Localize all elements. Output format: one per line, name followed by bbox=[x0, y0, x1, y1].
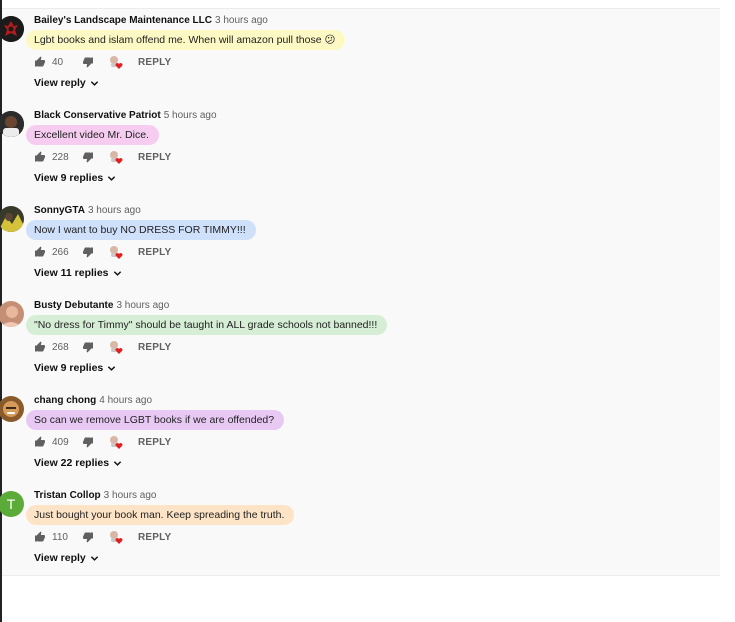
photo-avatar[interactable] bbox=[0, 396, 24, 422]
comment-text: Lgbt books and islam offend me. When wil… bbox=[26, 30, 346, 50]
like-count: 40 bbox=[52, 56, 64, 68]
view-replies-button[interactable]: View reply bbox=[34, 77, 99, 89]
comment: Bailey's Landscape Maintenance LLC 3 hour… bbox=[0, 10, 720, 105]
view-replies-label: View 9 replies bbox=[34, 362, 104, 374]
author-name[interactable]: Bailey's Landscape Maintenance LLC bbox=[34, 15, 212, 26]
horde-emblem-avatar[interactable] bbox=[0, 16, 24, 42]
comment-text: Excellent video Mr. Dice. bbox=[26, 125, 159, 145]
like-count: 268 bbox=[52, 341, 69, 353]
author-name[interactable]: Black Conservative Patriot bbox=[34, 110, 161, 121]
thumbs-up-icon[interactable] bbox=[34, 436, 46, 448]
comment-text: So can we remove LGBT books if we are of… bbox=[26, 410, 285, 430]
comment-header: Tristan Collop 3 hours ago bbox=[34, 490, 157, 501]
comment: T Tristan Collop 3 hours ago Just bought … bbox=[0, 485, 720, 580]
thumbs-up-icon[interactable] bbox=[34, 341, 46, 353]
chevron-down-icon bbox=[107, 174, 116, 183]
view-replies-button[interactable]: View 9 replies bbox=[34, 172, 116, 184]
thumbs-up-icon[interactable] bbox=[34, 151, 46, 163]
reply-button[interactable]: REPLY bbox=[138, 437, 171, 448]
comment-actions: 268 REPLY bbox=[34, 339, 171, 355]
creator-heart-icon bbox=[108, 339, 124, 355]
reply-button[interactable]: REPLY bbox=[138, 57, 171, 68]
creator-heart-icon bbox=[108, 434, 124, 450]
timestamp[interactable]: 3 hours ago bbox=[104, 490, 157, 501]
comment-header: SonnyGTA 3 hours ago bbox=[34, 205, 141, 216]
thumbs-down-icon[interactable] bbox=[82, 246, 94, 258]
thumbs-down-icon[interactable] bbox=[82, 531, 94, 543]
view-replies-label: View reply bbox=[34, 77, 86, 89]
creator-heart-icon bbox=[108, 149, 124, 165]
reply-button[interactable]: REPLY bbox=[138, 342, 171, 353]
reply-button[interactable]: REPLY bbox=[138, 247, 171, 258]
chevron-down-icon bbox=[90, 554, 99, 563]
view-replies-button[interactable]: View 11 replies bbox=[34, 267, 122, 279]
creator-heart-icon bbox=[108, 54, 124, 70]
thumbs-up-icon[interactable] bbox=[34, 56, 46, 68]
author-name[interactable]: chang chong bbox=[34, 395, 96, 406]
author-name[interactable]: SonnyGTA bbox=[34, 205, 85, 216]
author-name[interactable]: Busty Debutante bbox=[34, 300, 113, 311]
comment-header: chang chong 4 hours ago bbox=[34, 395, 152, 406]
top-divider bbox=[2, 8, 720, 9]
like-count: 228 bbox=[52, 151, 69, 163]
chevron-down-icon bbox=[107, 364, 116, 373]
comment: SonnyGTA 3 hours ago Now I want to buy NO… bbox=[0, 200, 720, 295]
timestamp[interactable]: 3 hours ago bbox=[215, 15, 268, 26]
comment-header: Bailey's Landscape Maintenance LLC 3 hour… bbox=[34, 15, 268, 26]
comment-header: Busty Debutante 3 hours ago bbox=[34, 300, 169, 311]
creator-heart-icon bbox=[108, 244, 124, 260]
comment-actions: 110 REPLY bbox=[34, 529, 171, 545]
comment-text: Just bought your book man. Keep spreadin… bbox=[26, 505, 295, 525]
like-count: 409 bbox=[52, 436, 69, 448]
like-count: 266 bbox=[52, 246, 69, 258]
thumbs-down-icon[interactable] bbox=[82, 341, 94, 353]
reply-button[interactable]: REPLY bbox=[138, 152, 171, 163]
comment-text: "No dress for Timmy" should be taught in… bbox=[26, 315, 388, 335]
comment-header: Black Conservative Patriot 5 hours ago bbox=[34, 110, 217, 121]
author-name[interactable]: Tristan Collop bbox=[34, 490, 101, 501]
creator-heart-icon bbox=[108, 529, 124, 545]
thumbs-down-icon[interactable] bbox=[82, 56, 94, 68]
comment: Black Conservative Patriot 5 hours ago Ex… bbox=[0, 105, 720, 200]
thumbs-up-icon[interactable] bbox=[34, 246, 46, 258]
timestamp[interactable]: 4 hours ago bbox=[99, 395, 152, 406]
view-replies-label: View 11 replies bbox=[34, 267, 109, 279]
photo-avatar[interactable] bbox=[0, 301, 24, 327]
view-replies-button[interactable]: View reply bbox=[34, 552, 99, 564]
timestamp[interactable]: 3 hours ago bbox=[88, 205, 141, 216]
photo-avatar[interactable] bbox=[0, 206, 24, 232]
comment: chang chong 4 hours ago So can we remove … bbox=[0, 390, 720, 485]
comment-actions: 266 REPLY bbox=[34, 244, 171, 260]
timestamp[interactable]: 3 hours ago bbox=[116, 300, 169, 311]
chevron-down-icon bbox=[90, 79, 99, 88]
comment-actions: 409 REPLY bbox=[34, 434, 171, 450]
chevron-down-icon bbox=[113, 269, 122, 278]
photo-avatar[interactable] bbox=[0, 111, 24, 137]
avatar-letter: T bbox=[6, 496, 16, 512]
comment-text: Now I want to buy NO DRESS FOR TIMMY!!! bbox=[26, 220, 256, 240]
thumbs-down-icon[interactable] bbox=[82, 151, 94, 163]
view-replies-button[interactable]: View 22 replies bbox=[34, 457, 122, 469]
view-replies-label: View reply bbox=[34, 552, 86, 564]
reply-button[interactable]: REPLY bbox=[138, 532, 171, 543]
comment-actions: 40 REPLY bbox=[34, 54, 171, 70]
thumbs-up-icon[interactable] bbox=[34, 531, 46, 543]
view-replies-button[interactable]: View 9 replies bbox=[34, 362, 116, 374]
comment-actions: 228 REPLY bbox=[34, 149, 171, 165]
view-replies-label: View 9 replies bbox=[34, 172, 104, 184]
chevron-down-icon bbox=[113, 459, 122, 468]
comment: Busty Debutante 3 hours ago "No dress for… bbox=[0, 295, 720, 390]
like-count: 110 bbox=[52, 531, 68, 543]
letter-avatar[interactable]: T bbox=[0, 491, 24, 517]
view-replies-label: View 22 replies bbox=[34, 457, 110, 469]
timestamp[interactable]: 5 hours ago bbox=[164, 110, 217, 121]
thumbs-down-icon[interactable] bbox=[82, 436, 94, 448]
